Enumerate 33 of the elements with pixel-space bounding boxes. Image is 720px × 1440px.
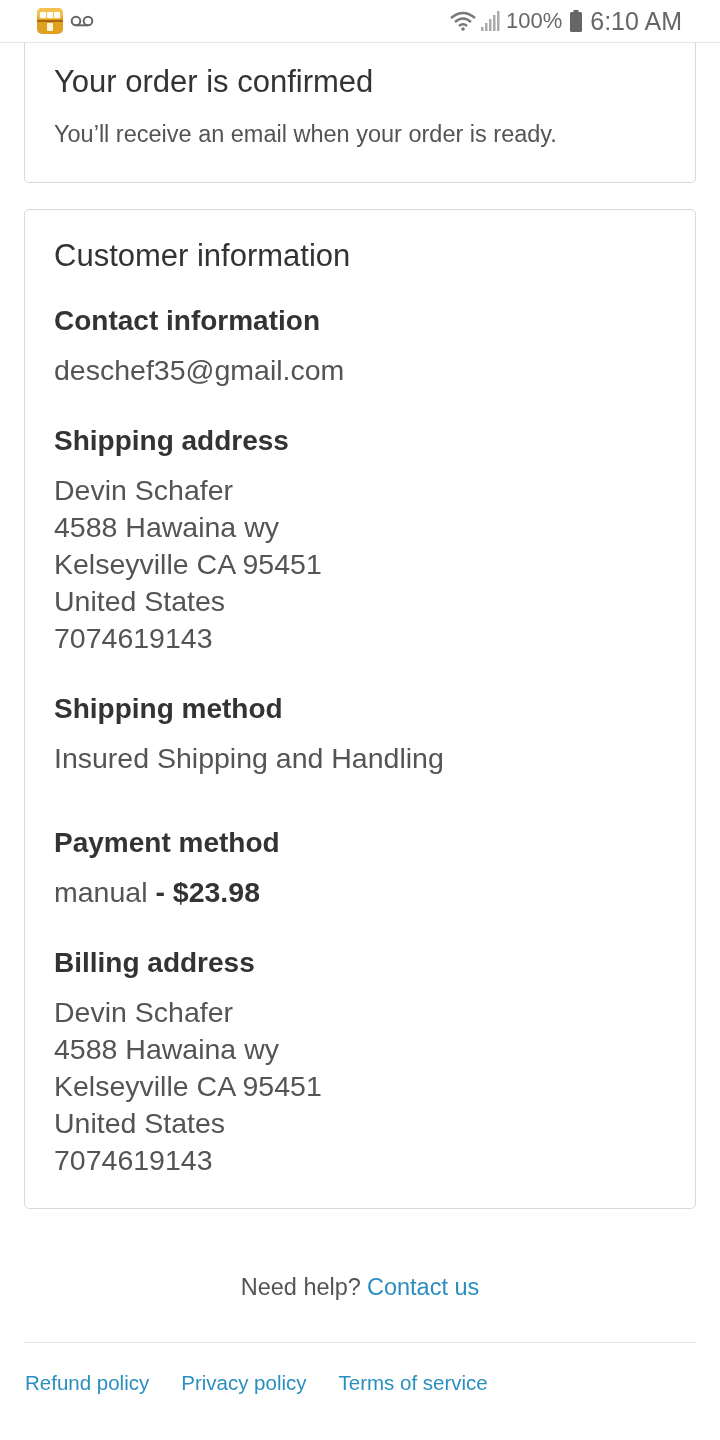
detail-line: 7074619143 <box>54 1143 214 1178</box>
customer-info-title: Customer information <box>54 239 352 273</box>
footer-link[interactable]: Terms of service <box>338 1370 488 1396</box>
detail-line: 4588 Hawaina wy <box>54 510 280 545</box>
detail-line: Kelseyville CA 95451 <box>54 547 323 582</box>
detail-line: Devin Schafer <box>54 995 234 1030</box>
voicemail-icon <box>70 15 94 27</box>
detail-line: deschef35@gmail.com <box>54 353 346 388</box>
footer-link[interactable]: Refund policy <box>25 1370 150 1396</box>
contact-link[interactable]: Contact us <box>366 1274 480 1300</box>
detail-line: 7074619143 <box>54 621 214 656</box>
order-status-message: You’ll receive an email when your order is ready. <box>54 120 558 148</box>
detail-line: Devin Schafer <box>54 473 234 508</box>
chest-icon <box>37 8 63 34</box>
clock-time: 6:10 AM <box>590 6 682 36</box>
order-status-title: Your order is confirmed <box>54 65 375 99</box>
detail-line: 4588 Hawaina wy <box>54 1032 280 1067</box>
detail-line: manual - $23.98 <box>54 875 261 910</box>
section-heading: Shipping method <box>54 694 284 724</box>
detail-line: United States <box>54 584 227 619</box>
help-text: Need help? <box>240 1274 361 1300</box>
detail-line: United States <box>54 1106 227 1141</box>
footer-link[interactable]: Privacy policy <box>181 1370 307 1396</box>
detail-line: Kelseyville CA 95451 <box>54 1069 323 1104</box>
battery-percent: 100% <box>506 8 563 34</box>
section-heading: Shipping address <box>54 426 290 456</box>
wifi-icon <box>450 11 476 31</box>
signal-icon <box>480 11 500 31</box>
section-heading: Payment method <box>54 828 281 858</box>
section-heading: Contact information <box>54 306 321 336</box>
detail-line: Insured Shipping and Handling <box>54 741 445 776</box>
battery-icon <box>570 10 583 32</box>
section-heading: Billing address <box>54 948 256 978</box>
